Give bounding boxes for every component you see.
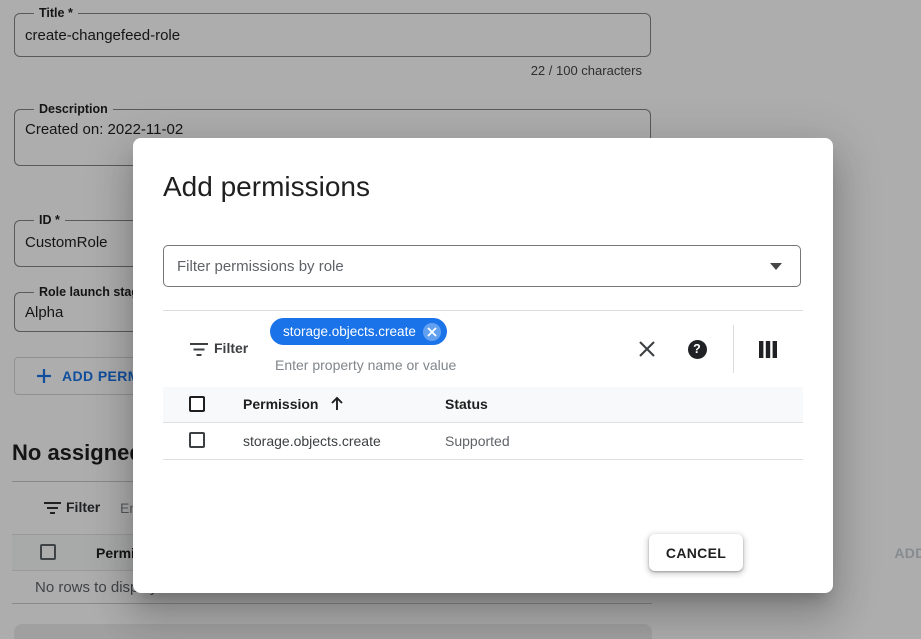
row-permission: storage.objects.create bbox=[243, 433, 381, 449]
sort-ascending-icon bbox=[330, 396, 344, 414]
cancel-button[interactable]: CANCEL bbox=[649, 534, 743, 571]
filter-chip[interactable]: storage.objects.create bbox=[270, 318, 447, 345]
permissions-table-header: Permission Status bbox=[163, 387, 803, 423]
filter-chip-label: storage.objects.create bbox=[283, 324, 416, 339]
permission-table-row[interactable]: storage.objects.create Supported bbox=[163, 423, 803, 460]
screen: Title * create-changefeed-role 22 / 100 … bbox=[0, 0, 921, 639]
modal-filter-label: Filter bbox=[214, 340, 248, 356]
role-select-value: Filter permissions by role bbox=[177, 258, 344, 275]
row-status: Supported bbox=[445, 433, 510, 449]
add-button-disabled[interactable]: ADD bbox=[870, 534, 921, 571]
row-checkbox[interactable] bbox=[189, 432, 205, 448]
help-icon[interactable]: ? bbox=[683, 335, 711, 363]
modal-filter-input[interactable]: Enter property name or value bbox=[275, 357, 456, 373]
clear-filter-button[interactable] bbox=[633, 335, 661, 363]
filter-permissions-by-role-select[interactable]: Filter permissions by role bbox=[163, 245, 801, 287]
select-all-checkbox[interactable] bbox=[189, 396, 205, 412]
dialog-title: Add permissions bbox=[163, 171, 370, 203]
divider bbox=[733, 325, 734, 373]
permission-column-header[interactable]: Permission bbox=[243, 396, 344, 414]
column-display-options-icon[interactable] bbox=[754, 335, 782, 363]
add-permissions-dialog: Add permissions Filter permissions by ro… bbox=[133, 138, 833, 593]
status-column-header[interactable]: Status bbox=[445, 396, 488, 412]
divider bbox=[163, 310, 803, 311]
filter-icon bbox=[190, 342, 208, 362]
chip-remove-icon[interactable] bbox=[423, 323, 441, 341]
chevron-down-icon bbox=[770, 263, 782, 270]
